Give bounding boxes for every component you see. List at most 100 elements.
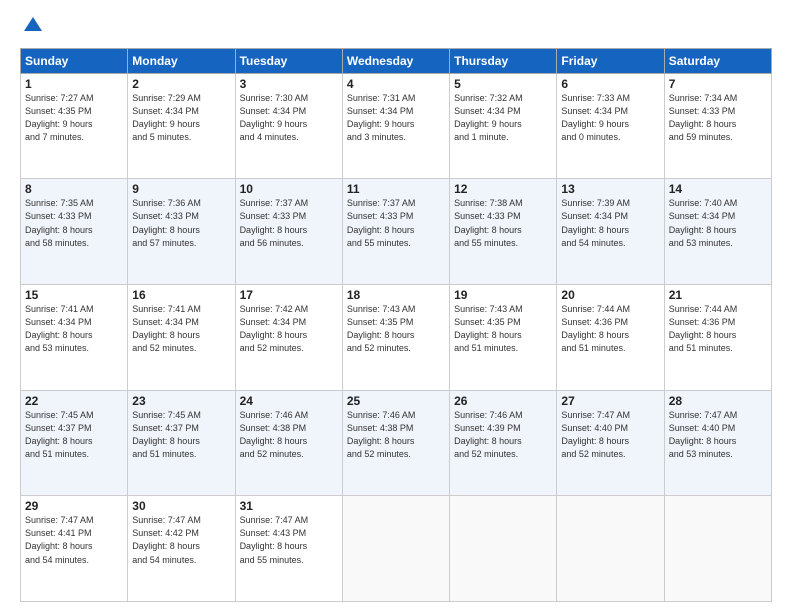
calendar-cell: 1Sunrise: 7:27 AM Sunset: 4:35 PM Daylig… [21, 73, 128, 179]
day-info: Sunrise: 7:41 AM Sunset: 4:34 PM Dayligh… [132, 303, 230, 355]
calendar-day-header: Sunday [21, 48, 128, 73]
day-number: 5 [454, 77, 552, 91]
calendar-week-row: 29Sunrise: 7:47 AM Sunset: 4:41 PM Dayli… [21, 496, 772, 602]
calendar-cell: 4Sunrise: 7:31 AM Sunset: 4:34 PM Daylig… [342, 73, 449, 179]
calendar-cell: 6Sunrise: 7:33 AM Sunset: 4:34 PM Daylig… [557, 73, 664, 179]
day-number: 1 [25, 77, 123, 91]
calendar-cell: 18Sunrise: 7:43 AM Sunset: 4:35 PM Dayli… [342, 285, 449, 391]
logo-arrow-icon [22, 13, 44, 35]
calendar-cell: 28Sunrise: 7:47 AM Sunset: 4:40 PM Dayli… [664, 390, 771, 496]
day-number: 7 [669, 77, 767, 91]
calendar-cell: 9Sunrise: 7:36 AM Sunset: 4:33 PM Daylig… [128, 179, 235, 285]
calendar-cell [450, 496, 557, 602]
calendar-cell: 30Sunrise: 7:47 AM Sunset: 4:42 PM Dayli… [128, 496, 235, 602]
day-number: 14 [669, 182, 767, 196]
day-info: Sunrise: 7:36 AM Sunset: 4:33 PM Dayligh… [132, 197, 230, 249]
calendar-header-row: SundayMondayTuesdayWednesdayThursdayFrid… [21, 48, 772, 73]
day-info: Sunrise: 7:45 AM Sunset: 4:37 PM Dayligh… [132, 409, 230, 461]
calendar-cell: 16Sunrise: 7:41 AM Sunset: 4:34 PM Dayli… [128, 285, 235, 391]
day-info: Sunrise: 7:39 AM Sunset: 4:34 PM Dayligh… [561, 197, 659, 249]
day-number: 8 [25, 182, 123, 196]
day-info: Sunrise: 7:35 AM Sunset: 4:33 PM Dayligh… [25, 197, 123, 249]
calendar-week-row: 22 Sunrise: 7:45 AM Sunset: 4:37 PM Dayli… [21, 390, 772, 496]
day-number: 3 [240, 77, 338, 91]
day-number: 21 [669, 288, 767, 302]
calendar-table: SundayMondayTuesdayWednesdayThursdayFrid… [20, 48, 772, 602]
calendar-cell: 20Sunrise: 7:44 AM Sunset: 4:36 PM Dayli… [557, 285, 664, 391]
day-number: 23 [132, 394, 230, 408]
calendar-cell: 14Sunrise: 7:40 AM Sunset: 4:34 PM Dayli… [664, 179, 771, 285]
day-number: 24 [240, 394, 338, 408]
day-number: 28 [669, 394, 767, 408]
calendar-cell: 7Sunrise: 7:34 AM Sunset: 4:33 PM Daylig… [664, 73, 771, 179]
day-info: Sunrise: 7:44 AM Sunset: 4:36 PM Dayligh… [669, 303, 767, 355]
calendar-cell: 10Sunrise: 7:37 AM Sunset: 4:33 PM Dayli… [235, 179, 342, 285]
calendar-cell: 3Sunrise: 7:30 AM Sunset: 4:34 PM Daylig… [235, 73, 342, 179]
day-info: Sunrise: 7:30 AM Sunset: 4:34 PM Dayligh… [240, 92, 338, 144]
calendar-cell: 8Sunrise: 7:35 AM Sunset: 4:33 PM Daylig… [21, 179, 128, 285]
day-number: 29 [25, 499, 123, 513]
day-number: 22 [25, 394, 123, 408]
day-number: 2 [132, 77, 230, 91]
calendar-week-row: 15Sunrise: 7:41 AM Sunset: 4:34 PM Dayli… [21, 285, 772, 391]
day-number: 19 [454, 288, 552, 302]
calendar-day-header: Thursday [450, 48, 557, 73]
calendar-cell: 25Sunrise: 7:46 AM Sunset: 4:38 PM Dayli… [342, 390, 449, 496]
day-info: Sunrise: 7:27 AM Sunset: 4:35 PM Dayligh… [25, 92, 123, 144]
day-info: Sunrise: 7:46 AM Sunset: 4:38 PM Dayligh… [240, 409, 338, 461]
calendar-day-header: Monday [128, 48, 235, 73]
calendar-day-header: Friday [557, 48, 664, 73]
day-info: Sunrise: 7:47 AM Sunset: 4:43 PM Dayligh… [240, 514, 338, 566]
day-number: 15 [25, 288, 123, 302]
calendar-cell: 31Sunrise: 7:47 AM Sunset: 4:43 PM Dayli… [235, 496, 342, 602]
calendar-cell: 13Sunrise: 7:39 AM Sunset: 4:34 PM Dayli… [557, 179, 664, 285]
day-number: 30 [132, 499, 230, 513]
page: SundayMondayTuesdayWednesdayThursdayFrid… [0, 0, 792, 612]
calendar-cell: 5Sunrise: 7:32 AM Sunset: 4:34 PM Daylig… [450, 73, 557, 179]
calendar-week-row: 8Sunrise: 7:35 AM Sunset: 4:33 PM Daylig… [21, 179, 772, 285]
day-info: Sunrise: 7:32 AM Sunset: 4:34 PM Dayligh… [454, 92, 552, 144]
day-number: 11 [347, 182, 445, 196]
day-info: Sunrise: 7:47 AM Sunset: 4:40 PM Dayligh… [561, 409, 659, 461]
day-number: 16 [132, 288, 230, 302]
day-info: Sunrise: 7:44 AM Sunset: 4:36 PM Dayligh… [561, 303, 659, 355]
day-info: Sunrise: 7:37 AM Sunset: 4:33 PM Dayligh… [240, 197, 338, 249]
day-info: Sunrise: 7:43 AM Sunset: 4:35 PM Dayligh… [454, 303, 552, 355]
day-number: 18 [347, 288, 445, 302]
day-info: Sunrise: 7:37 AM Sunset: 4:33 PM Dayligh… [347, 197, 445, 249]
day-number: 31 [240, 499, 338, 513]
day-number: 13 [561, 182, 659, 196]
day-number: 17 [240, 288, 338, 302]
calendar-week-row: 1Sunrise: 7:27 AM Sunset: 4:35 PM Daylig… [21, 73, 772, 179]
calendar-cell [342, 496, 449, 602]
header [20, 18, 772, 38]
calendar-cell [664, 496, 771, 602]
day-info: Sunrise: 7:31 AM Sunset: 4:34 PM Dayligh… [347, 92, 445, 144]
calendar-cell: 22Sunrise: 7:45 AM Sunset: 4:37 PM Dayli… [21, 390, 128, 496]
calendar-cell: 21Sunrise: 7:44 AM Sunset: 4:36 PM Dayli… [664, 285, 771, 391]
calendar-day-header: Saturday [664, 48, 771, 73]
day-number: 12 [454, 182, 552, 196]
calendar-cell [557, 496, 664, 602]
day-info: Sunrise: 7:43 AM Sunset: 4:35 PM Dayligh… [347, 303, 445, 355]
day-info: Sunrise: 7:34 AM Sunset: 4:33 PM Dayligh… [669, 92, 767, 144]
day-number: 4 [347, 77, 445, 91]
day-info: Sunrise: 7:41 AM Sunset: 4:34 PM Dayligh… [25, 303, 123, 355]
calendar-day-header: Tuesday [235, 48, 342, 73]
day-info: Sunrise: 7:47 AM Sunset: 4:40 PM Dayligh… [669, 409, 767, 461]
day-number: 10 [240, 182, 338, 196]
calendar-cell: 2Sunrise: 7:29 AM Sunset: 4:34 PM Daylig… [128, 73, 235, 179]
calendar-cell: 27Sunrise: 7:47 AM Sunset: 4:40 PM Dayli… [557, 390, 664, 496]
calendar-day-header: Wednesday [342, 48, 449, 73]
calendar-cell: 15Sunrise: 7:41 AM Sunset: 4:34 PM Dayli… [21, 285, 128, 391]
day-info: Sunrise: 7:42 AM Sunset: 4:34 PM Dayligh… [240, 303, 338, 355]
day-info: Sunrise: 7:46 AM Sunset: 4:39 PM Dayligh… [454, 409, 552, 461]
logo [20, 18, 44, 38]
calendar-cell: 12Sunrise: 7:38 AM Sunset: 4:33 PM Dayli… [450, 179, 557, 285]
day-info: Sunrise: 7:38 AM Sunset: 4:33 PM Dayligh… [454, 197, 552, 249]
day-info: Sunrise: 7:47 AM Sunset: 4:42 PM Dayligh… [132, 514, 230, 566]
day-info: Sunrise: 7:40 AM Sunset: 4:34 PM Dayligh… [669, 197, 767, 249]
calendar-cell: 24Sunrise: 7:46 AM Sunset: 4:38 PM Dayli… [235, 390, 342, 496]
day-number: 20 [561, 288, 659, 302]
day-info: Sunrise: 7:33 AM Sunset: 4:34 PM Dayligh… [561, 92, 659, 144]
